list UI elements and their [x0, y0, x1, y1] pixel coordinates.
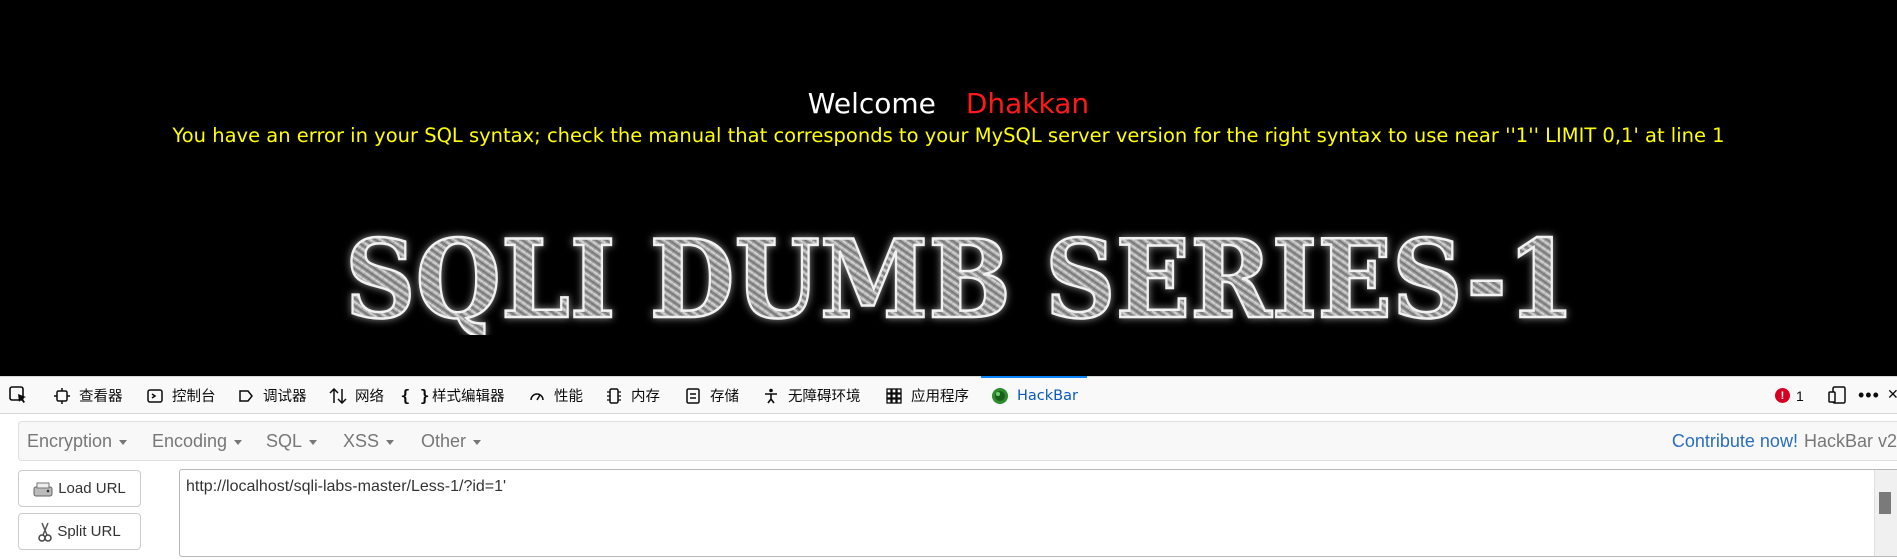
- menu-xss[interactable]: XSS: [343, 422, 395, 460]
- console-error-count[interactable]: ! 1: [1775, 377, 1804, 414]
- hackbar-menubar: Encryption Encoding SQL XSS Other Contri…: [18, 421, 1897, 461]
- style-editor-icon: { }: [400, 386, 430, 405]
- load-url-button[interactable]: Load URL: [18, 470, 141, 507]
- tab-label: 调试器: [263, 389, 307, 405]
- username: Dhakkan: [965, 87, 1090, 120]
- debugger-icon: [236, 386, 256, 406]
- caret-down-icon: [309, 440, 318, 445]
- menu-encoding[interactable]: Encoding: [152, 422, 243, 460]
- welcome-line: Welcome Dhakkan: [0, 84, 1897, 124]
- scrollbar-thumb[interactable]: [1879, 492, 1891, 514]
- url-textarea[interactable]: http://localhost/sqli-labs-master/Less-1…: [179, 469, 1897, 557]
- url-scrollbar[interactable]: [1874, 470, 1897, 556]
- tab-memory[interactable]: 内存: [604, 377, 660, 414]
- error-icon: !: [1775, 388, 1790, 403]
- memory-icon: [604, 386, 624, 406]
- menu-sql[interactable]: SQL: [266, 422, 318, 460]
- menu-label: Encoding: [152, 430, 228, 451]
- inspector-icon: [52, 386, 72, 406]
- hackbar-version: HackBar v2: [1803, 430, 1897, 451]
- menu-encryption[interactable]: Encryption: [27, 422, 128, 460]
- tab-inspector[interactable]: 查看器: [52, 377, 123, 414]
- welcome-text: Welcome: [807, 87, 936, 120]
- tab-accessibility[interactable]: 无障碍环境: [761, 377, 861, 414]
- menu-label: SQL: [266, 430, 303, 451]
- hackbar-panel: Encryption Encoding SQL XSS Other Contri…: [0, 414, 1897, 560]
- console-icon: [145, 386, 165, 406]
- tab-label: 无障碍环境: [788, 389, 861, 405]
- tab-console[interactable]: 控制台: [145, 377, 216, 414]
- tab-application[interactable]: 应用程序: [884, 377, 969, 414]
- storage-icon: [683, 386, 703, 406]
- page-content: Welcome Dhakkan You have an error in your…: [0, 0, 1897, 376]
- responsive-design-icon[interactable]: [1828, 386, 1846, 409]
- contribute-area: Contribute now! HackBar v2: [1672, 422, 1897, 460]
- banner-text: SQLI DUMB SERIES-1: [345, 225, 1575, 335]
- performance-icon: [527, 386, 547, 406]
- tab-label: 内存: [631, 389, 660, 405]
- load-url-icon: [33, 481, 53, 497]
- tab-label: HackBar: [1017, 387, 1078, 404]
- tab-label: 应用程序: [911, 389, 969, 405]
- tab-performance[interactable]: 性能: [527, 377, 583, 414]
- tab-hackbar[interactable]: HackBar: [981, 376, 1087, 414]
- tab-label: 性能: [554, 389, 583, 405]
- application-icon: [884, 386, 904, 406]
- caret-down-icon: [473, 440, 482, 445]
- menu-label: Encryption: [27, 430, 113, 451]
- split-url-label: Split URL: [57, 523, 121, 540]
- tab-label: 存储: [710, 389, 739, 405]
- accessibility-icon: [761, 386, 781, 406]
- tab-storage[interactable]: 存储: [683, 377, 739, 414]
- hackbar-icon: [990, 386, 1010, 406]
- menu-label: XSS: [343, 430, 380, 451]
- tab-network[interactable]: 网络: [328, 377, 384, 414]
- close-icon[interactable]: ✕: [1887, 386, 1897, 403]
- menu-label: Other: [421, 430, 467, 451]
- caret-down-icon: [119, 440, 128, 445]
- scissors-icon: [38, 522, 53, 542]
- split-url-button[interactable]: Split URL: [18, 513, 141, 550]
- tab-label: 控制台: [172, 389, 216, 405]
- tab-debugger[interactable]: 调试器: [236, 377, 307, 414]
- devtools-panel: 查看器 控制台 调试器 网络 { } 样式编辑器 性能 内存 存储 无障碍环境 …: [0, 376, 1897, 560]
- tab-style-editor[interactable]: { } 样式编辑器: [400, 377, 505, 414]
- url-value[interactable]: http://localhost/sqli-labs-master/Less-1…: [186, 478, 506, 496]
- load-url-label: Load URL: [58, 480, 126, 497]
- caret-down-icon: [234, 440, 243, 445]
- element-picker-icon[interactable]: [8, 385, 28, 410]
- more-options-icon[interactable]: •••: [1858, 385, 1880, 406]
- menu-other[interactable]: Other: [421, 422, 482, 460]
- devtools-toolbar: 查看器 控制台 调试器 网络 { } 样式编辑器 性能 内存 存储 无障碍环境 …: [0, 376, 1897, 414]
- tab-label: 样式编辑器: [432, 389, 505, 405]
- caret-down-icon: [386, 440, 395, 445]
- tab-label: 网络: [355, 389, 384, 405]
- tab-label: 查看器: [79, 389, 123, 405]
- error-count-value: 1: [1796, 387, 1804, 404]
- contribute-link[interactable]: Contribute now!: [1672, 431, 1798, 452]
- sql-error-message: You have an error in your SQL syntax; ch…: [172, 124, 1725, 147]
- sqli-dumb-series-banner: SQLI DUMB SERIES-1: [344, 225, 1577, 335]
- network-icon: [328, 386, 348, 406]
